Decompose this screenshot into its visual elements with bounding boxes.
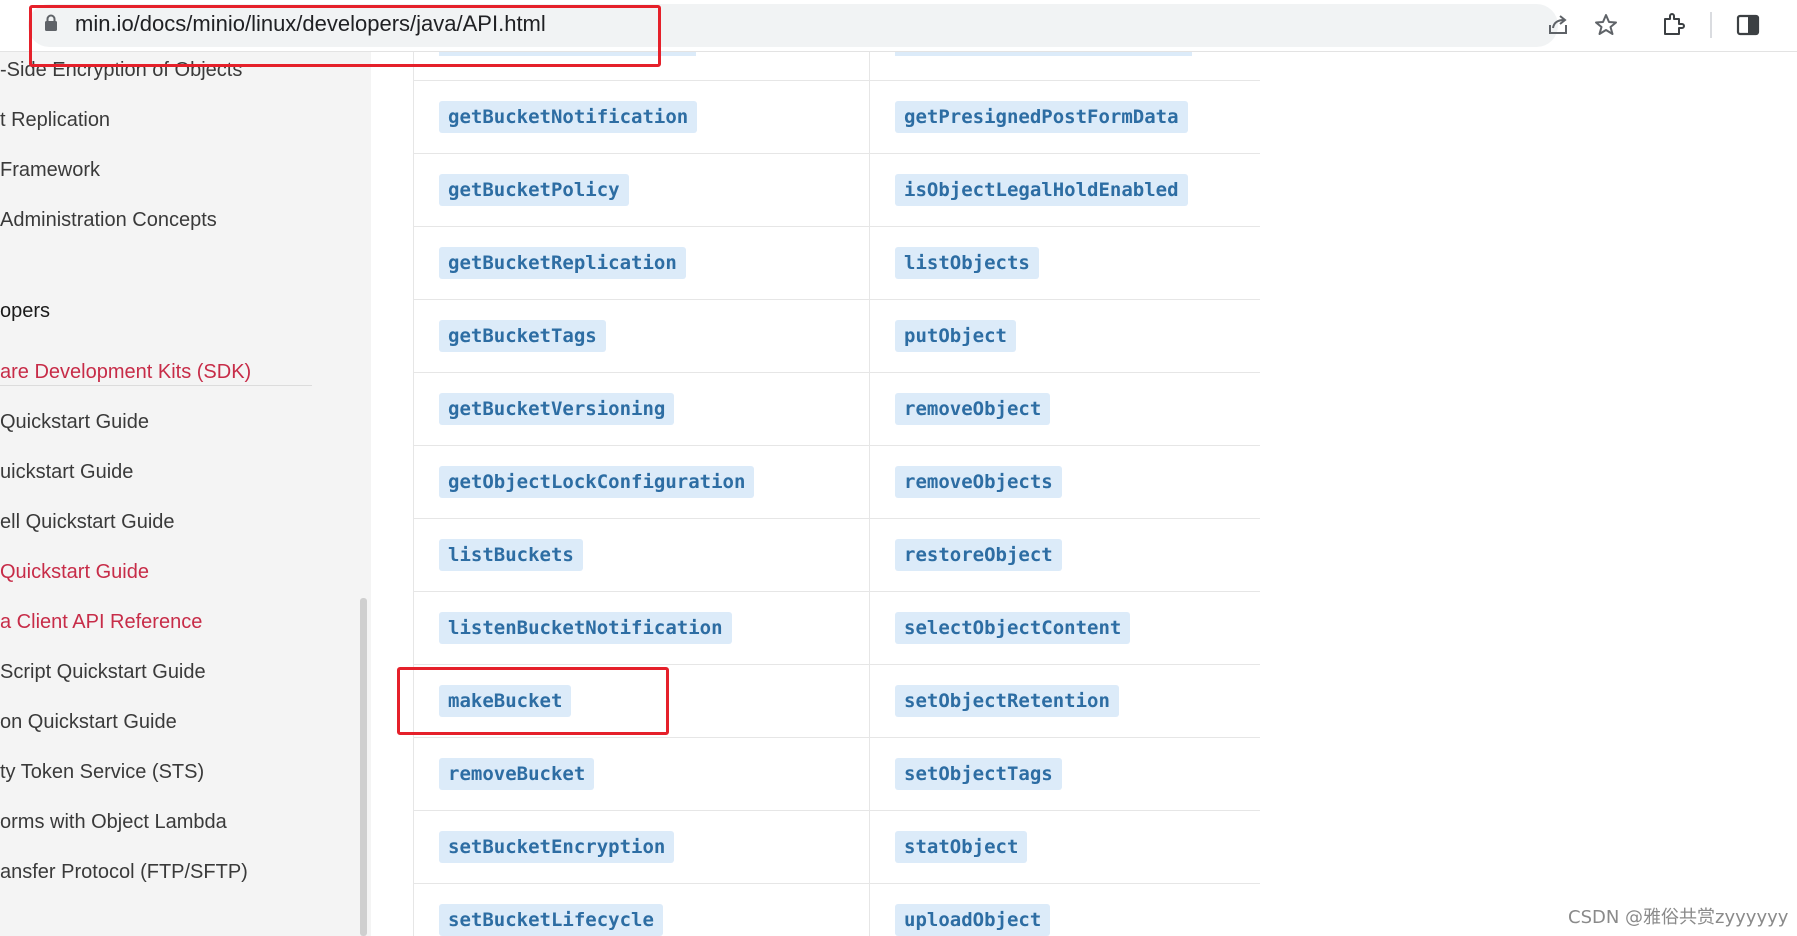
table-row-divider xyxy=(413,445,1260,446)
api-link-getBucketNotification[interactable]: getBucketNotification xyxy=(439,101,698,133)
api-link-setBucketLifecycle[interactable]: setBucketLifecycle xyxy=(439,904,663,936)
sidebar-item[interactable]: uickstart Guide xyxy=(0,461,133,484)
table-row-divider xyxy=(413,372,1260,373)
api-link-uploadObject[interactable]: uploadObject xyxy=(895,904,1051,936)
api-link-statObject[interactable]: statObject xyxy=(895,831,1028,863)
docs-sidebar: -Side Encryption of Objects t Replicatio… xyxy=(0,51,371,936)
table-column-divider xyxy=(869,51,870,936)
table-row-divider xyxy=(413,737,1260,738)
table-row-divider xyxy=(413,299,1260,300)
api-link-getBucketPolicy[interactable]: getBucketPolicy xyxy=(439,174,629,206)
sidebar-section-heading[interactable]: opers xyxy=(0,300,50,323)
sidebar-item[interactable]: -Side Encryption of Objects xyxy=(0,59,242,82)
sidebar-item[interactable]: on Quickstart Guide xyxy=(0,711,177,734)
toolbar-separator xyxy=(1710,12,1712,38)
extensions-icon[interactable] xyxy=(1660,12,1686,38)
table-row-divider xyxy=(413,810,1260,811)
sidebar-item[interactable]: Framework xyxy=(0,159,100,182)
sidebar-item[interactable]: orms with Object Lambda xyxy=(0,811,227,834)
api-link-getBucketVersioning[interactable]: getBucketVersioning xyxy=(439,393,675,425)
table-row-divider xyxy=(413,591,1260,592)
sidebar-item[interactable]: Administration Concepts xyxy=(0,209,217,232)
api-link-getPresignedPostFormData[interactable]: getPresignedPostFormData xyxy=(895,101,1188,133)
api-link-listenBucketNotification[interactable]: listenBucketNotification xyxy=(439,612,732,644)
api-link-selectObjectContent[interactable]: selectObjectContent xyxy=(895,612,1131,644)
table-row-divider xyxy=(413,80,1260,81)
sidebar-item-sdk[interactable]: are Development Kits (SDK) xyxy=(0,361,251,384)
table-row-divider xyxy=(413,518,1260,519)
sidebar-item[interactable]: ansfer Protocol (FTP/SFTP) xyxy=(0,861,248,884)
sidebar-item[interactable]: Quickstart Guide xyxy=(0,411,149,434)
api-link-removeBucket[interactable]: removeBucket xyxy=(439,758,595,790)
watermark: CSDN @雅俗共赏zyyyyyy xyxy=(1568,907,1789,928)
table-row-divider xyxy=(413,226,1260,227)
api-link-removeObject[interactable]: removeObject xyxy=(895,393,1051,425)
lock-icon[interactable] xyxy=(44,14,58,32)
sidebar-item-java-api-reference[interactable]: a Client API Reference xyxy=(0,611,202,634)
table-row-divider xyxy=(413,153,1260,154)
api-link-setObjectRetention[interactable]: setObjectRetention xyxy=(895,685,1119,717)
sidebar-item[interactable]: Script Quickstart Guide xyxy=(0,661,206,684)
api-link-getBucketReplication[interactable]: getBucketReplication xyxy=(439,247,686,279)
api-link-listObjects[interactable]: listObjects xyxy=(895,247,1039,279)
api-link-putObject[interactable]: putObject xyxy=(895,320,1016,352)
url-text[interactable]: min.io/docs/minio/linux/developers/java/… xyxy=(75,11,546,37)
api-link-removeObjects[interactable]: removeObjects xyxy=(895,466,1062,498)
api-link-makeBucket[interactable]: makeBucket xyxy=(439,685,572,717)
side-panel-icon[interactable] xyxy=(1735,12,1761,38)
api-link-listBuckets[interactable]: listBuckets xyxy=(439,539,583,571)
api-link-setObjectTags[interactable]: setObjectTags xyxy=(895,758,1062,790)
sidebar-item-java-quickstart[interactable]: Quickstart Guide xyxy=(0,561,149,584)
api-link-setBucketEncryption[interactable]: setBucketEncryption xyxy=(439,831,675,863)
sidebar-item[interactable]: t Replication xyxy=(0,109,110,132)
sidebar-scrollbar[interactable] xyxy=(360,598,367,936)
table-row-divider xyxy=(413,883,1260,884)
api-link-isObjectLegalHoldEnabled[interactable]: isObjectLegalHoldEnabled xyxy=(895,174,1188,206)
sidebar-item[interactable]: ell Quickstart Guide xyxy=(0,511,175,534)
api-link-getObjectLockConfiguration[interactable]: getObjectLockConfiguration xyxy=(439,466,755,498)
api-link-restoreObject[interactable]: restoreObject xyxy=(895,539,1062,571)
sidebar-divider xyxy=(0,385,312,386)
share-icon[interactable] xyxy=(1545,12,1571,38)
sidebar-item[interactable]: ty Token Service (STS) xyxy=(0,761,204,784)
api-link-getBucketTags[interactable]: getBucketTags xyxy=(439,320,606,352)
star-icon[interactable] xyxy=(1593,12,1619,38)
table-row-divider xyxy=(413,664,1260,665)
browser-toolbar: min.io/docs/minio/linux/developers/java/… xyxy=(0,0,1797,52)
